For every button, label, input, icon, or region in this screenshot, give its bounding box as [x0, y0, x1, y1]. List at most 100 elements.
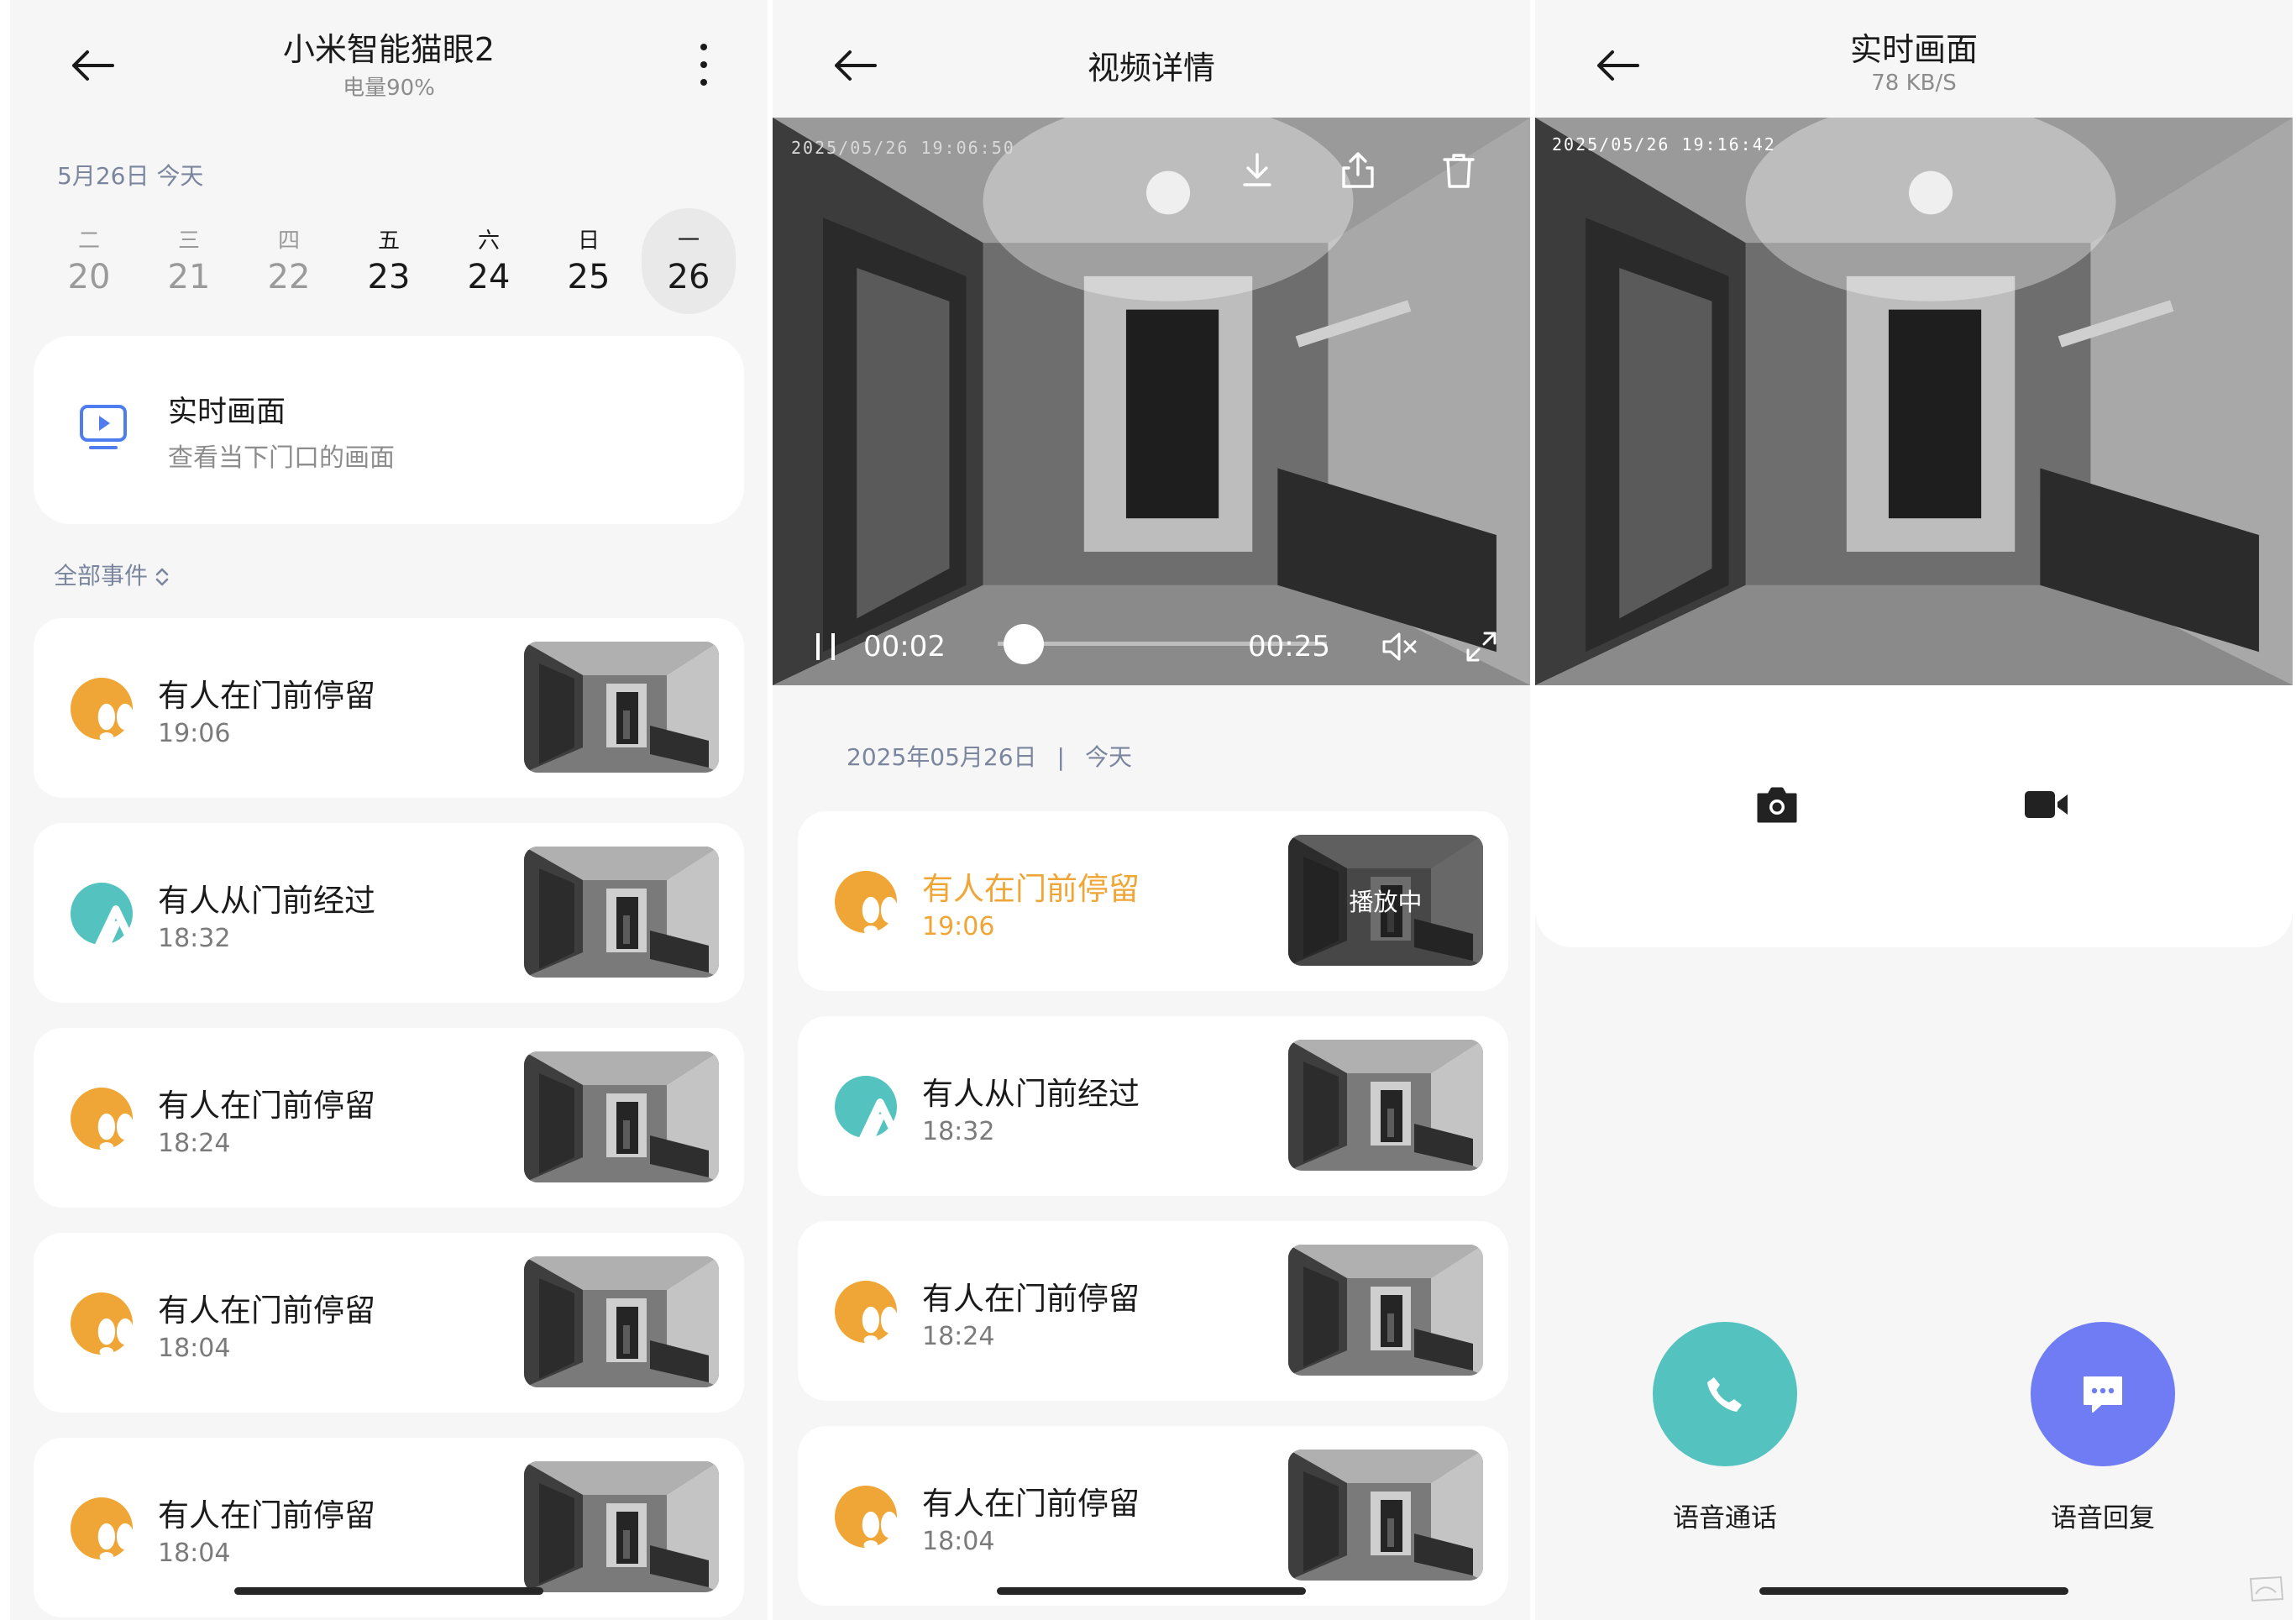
page-title: 小米智能猫眼2 — [282, 31, 495, 68]
footprints-icon — [71, 1088, 133, 1150]
day-sun[interactable]: 日 25 — [542, 208, 636, 314]
event-title: 有人在门前停留 — [158, 1497, 375, 1533]
voice-reply-button[interactable] — [2031, 1322, 2175, 1466]
weekday-label: 日 — [577, 228, 600, 254]
walking-icon — [71, 883, 133, 945]
event-thumbnail[interactable] — [524, 1461, 719, 1592]
day-tue[interactable]: 二 20 — [42, 208, 136, 314]
event-time: 18:04 — [158, 1334, 231, 1363]
video-player[interactable]: 2025/05/26 19:06:50 00:02 00:25 — [773, 118, 1530, 685]
event-type-badge — [71, 1088, 133, 1150]
event-thumbnail[interactable]: 播放中 — [1288, 835, 1483, 966]
day-mon-selected[interactable]: 一 26 — [642, 208, 736, 314]
event-time: 18:04 — [922, 1527, 995, 1556]
footprints-icon — [71, 1292, 133, 1355]
live-view-card[interactable]: 实时画面 查看当下门口的画面 — [34, 336, 744, 524]
event-title: 有人在门前停留 — [922, 1486, 1140, 1522]
delete-icon[interactable] — [1436, 148, 1481, 193]
event-filter[interactable]: 全部事件 — [54, 558, 171, 591]
filter-label: 全部事件 — [54, 562, 149, 590]
download-icon[interactable] — [1234, 148, 1280, 193]
page-title: 视频详情 — [1087, 50, 1215, 87]
footprints-icon — [71, 678, 133, 740]
footprints-icon — [71, 1497, 133, 1560]
record-video-icon[interactable] — [2021, 779, 2071, 830]
capture-panel — [1535, 685, 2293, 947]
event-title: 有人在门前停留 — [922, 871, 1140, 907]
event-time: 18:32 — [922, 1117, 995, 1146]
event-item[interactable]: 有人在门前停留 18:24 — [798, 1221, 1508, 1401]
event-thumbnail[interactable] — [524, 1051, 719, 1182]
event-type-badge — [71, 1292, 133, 1355]
event-item[interactable]: 有人从门前经过 18:32 — [798, 1016, 1508, 1196]
event-type-badge — [71, 678, 133, 740]
event-item[interactable]: 有人在门前停留 18:04 — [34, 1233, 744, 1413]
event-type-badge — [835, 1076, 897, 1138]
day-fri[interactable]: 五 23 — [342, 208, 436, 314]
home-indicator[interactable] — [234, 1587, 543, 1595]
voice-call-button[interactable] — [1653, 1322, 1797, 1466]
video-timestamp: 2025/05/26 19:06:50 — [791, 138, 1015, 158]
separator: | — [1056, 743, 1065, 771]
video-detail-screen: 视频详情 2025/05/26 19:06:50 00:02 00:25 202… — [773, 0, 1530, 1620]
home-indicator[interactable] — [1759, 1587, 2068, 1595]
fullscreen-icon[interactable] — [1460, 625, 1503, 668]
event-thumbnail[interactable] — [1288, 1040, 1483, 1171]
event-time: 19:06 — [158, 719, 231, 748]
event-time: 18:24 — [922, 1322, 995, 1351]
event-item[interactable]: 有人在门前停留 18:04 — [798, 1426, 1508, 1606]
event-thumbnail[interactable] — [524, 642, 719, 773]
battery-status: 电量90% — [343, 76, 435, 101]
current-time: 00:02 — [863, 630, 946, 663]
event-item[interactable]: 有人在门前停留 19:06 — [34, 618, 744, 798]
weekday-label: 二 — [77, 228, 100, 254]
pause-icon[interactable] — [811, 628, 841, 665]
date-number: 25 — [567, 258, 611, 296]
watermark-logo-icon — [2249, 1575, 2284, 1602]
phone-icon — [1707, 1377, 1742, 1412]
event-time: 18:32 — [158, 924, 231, 953]
event-type-badge — [71, 1497, 133, 1560]
live-timestamp: 2025/05/26 19:16:42 — [1552, 134, 1776, 155]
event-title: 有人在门前停留 — [158, 1088, 375, 1124]
event-date: 2025年05月26日 — [847, 743, 1037, 771]
event-item[interactable]: 有人从门前经过 18:32 — [34, 823, 744, 1003]
more-menu-icon[interactable] — [687, 35, 721, 94]
weekday-label: 五 — [377, 228, 400, 254]
live-stream[interactable]: 2025/05/26 19:16:42 — [1535, 118, 2293, 685]
header: 小米智能猫眼2 电量90% — [10, 0, 768, 118]
event-item[interactable]: 有人在门前停留 18:24 — [34, 1028, 744, 1208]
event-thumbnail[interactable] — [1288, 1450, 1483, 1581]
day-wed[interactable]: 三 21 — [142, 208, 236, 314]
event-time: 18:24 — [158, 1129, 231, 1158]
event-time: 19:06 — [922, 912, 995, 941]
event-list-screen: 小米智能猫眼2 电量90% 5月26日 今天 二 20 三 21 四 22 五 23 六… — [10, 0, 768, 1620]
live-view-screen: 实时画面 78 KB/S 2025/05/26 19:16:42 语音通话 语音… — [1535, 0, 2293, 1620]
weekday-label: 三 — [177, 228, 200, 254]
voice-reply-label: 语音回复 — [2051, 1503, 2155, 1533]
event-date-row: 2025年05月26日 | 今天 — [847, 739, 1132, 773]
event-type-badge — [835, 1281, 897, 1343]
stream-speed: 78 KB/S — [1871, 71, 1957, 96]
share-icon[interactable] — [1335, 148, 1381, 193]
event-title: 有人从门前经过 — [922, 1076, 1140, 1112]
event-title: 有人从门前经过 — [158, 883, 375, 919]
footprints-icon — [835, 1486, 897, 1548]
home-indicator[interactable] — [997, 1587, 1306, 1595]
event-type-badge — [835, 1486, 897, 1548]
day-thu[interactable]: 四 22 — [242, 208, 336, 314]
date-number: 22 — [267, 258, 311, 296]
event-title: 有人在门前停留 — [922, 1281, 1140, 1317]
duration: 00:25 — [1248, 630, 1330, 663]
event-thumbnail[interactable] — [524, 847, 719, 978]
day-sat[interactable]: 六 24 — [442, 208, 536, 314]
date-label: 5月26日 今天 — [57, 162, 204, 190]
sort-chevron-icon — [155, 568, 169, 586]
event-thumbnail[interactable] — [1288, 1245, 1483, 1376]
event-thumbnail[interactable] — [524, 1256, 719, 1387]
event-time: 18:04 — [158, 1539, 231, 1568]
mute-icon[interactable] — [1377, 625, 1421, 668]
camera-icon[interactable] — [1752, 779, 1802, 830]
event-item-active[interactable]: 有人在门前停留 19:06 播放中 — [798, 811, 1508, 991]
header: 视频详情 — [773, 0, 1530, 118]
